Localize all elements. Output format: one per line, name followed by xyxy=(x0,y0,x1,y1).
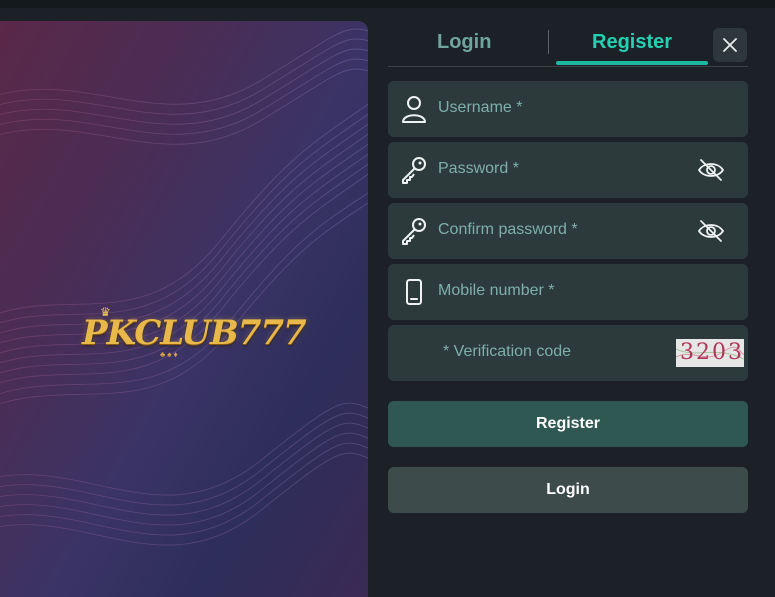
eye-off-icon[interactable] xyxy=(697,219,725,243)
register-button[interactable]: Register xyxy=(388,401,748,447)
mobile-field[interactable]: Mobile number * xyxy=(388,264,748,320)
password-placeholder: Password * xyxy=(438,160,519,177)
login-button[interactable]: Login xyxy=(388,467,748,513)
phone-icon xyxy=(406,279,422,305)
close-icon xyxy=(723,38,737,52)
verification-placeholder: * Verification code xyxy=(443,343,572,360)
captcha-text: 3203 xyxy=(680,340,744,365)
confirm-password-field[interactable]: Confirm password * xyxy=(388,203,748,259)
key-icon xyxy=(402,157,426,184)
active-tab-indicator xyxy=(556,61,708,65)
confirm-password-placeholder: Confirm password * xyxy=(438,221,578,238)
card-suits-icon: ♣♠♦ xyxy=(160,350,180,359)
password-field[interactable]: Password * xyxy=(388,142,748,198)
close-button[interactable] xyxy=(713,28,747,62)
tab-register[interactable]: Register xyxy=(592,31,672,54)
key-icon xyxy=(402,218,426,245)
tab-divider xyxy=(548,30,549,54)
auth-tabs: Login Register xyxy=(388,21,748,67)
username-placeholder: Username * xyxy=(438,99,523,116)
verification-code-field[interactable]: * Verification code 3203 xyxy=(388,325,748,381)
tab-login[interactable]: Login xyxy=(437,31,491,54)
brand-logo-text: PKCLUB777 xyxy=(82,313,307,353)
top-strip xyxy=(0,0,775,8)
username-field[interactable]: Username * xyxy=(388,81,748,137)
eye-off-icon[interactable] xyxy=(697,158,725,182)
auth-panel: Login Register xyxy=(388,21,748,67)
brand-logo: ♛ PKCLUB777 ♣♠♦ xyxy=(82,305,307,359)
user-icon xyxy=(402,96,426,123)
promo-banner: ♛ PKCLUB777 ♣♠♦ xyxy=(0,21,368,597)
mobile-placeholder: Mobile number * xyxy=(438,282,555,299)
captcha-image[interactable]: 3203 xyxy=(676,339,744,367)
